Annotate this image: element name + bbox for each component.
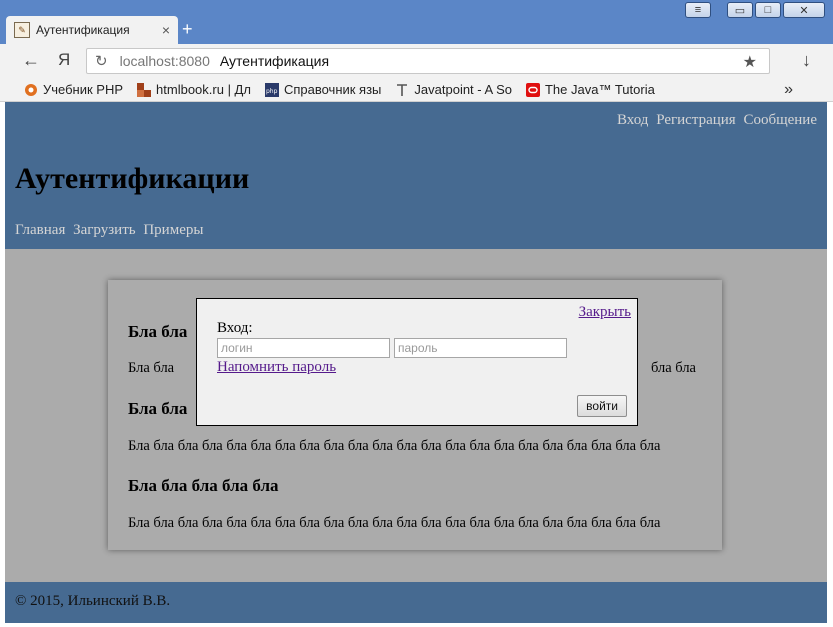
more-bookmarks-icon[interactable]: » [784,81,793,99]
minimize-button[interactable]: ▭ [727,2,753,18]
copyright-text: © 2015, Ильинский В.В. [15,593,171,609]
remind-password-link[interactable]: Напомнить пароль [217,359,336,376]
main-nav: Главная Загрузить Примеры [15,222,207,239]
download-icon[interactable]: ↓ [802,50,811,71]
bookmark-item[interactable]: htmlbook.ru | Дл [137,82,251,97]
reload-icon[interactable]: ↻ [95,52,108,70]
tab-title: Аутентификация [36,23,130,37]
section-text: Бла бла бла бла бла бла бла бла бла бла … [128,438,661,454]
page-title: Аутентификации [15,162,250,195]
nav-login-link[interactable]: Вход [617,112,648,128]
window-controls: ≡ ▭ □ ✕ [685,2,825,20]
bookmark-label: Учебник PHP [43,82,124,97]
login-label: Вход: [217,320,253,336]
nav-examples-link[interactable]: Примеры [143,222,203,238]
text-t-icon [397,83,408,96]
php-tutorial-icon [25,83,37,96]
site-header: Вход Регистрация Сообщение Аутентификаци… [5,102,827,249]
login-modal: Закрыть Вход: Напомнить пароль войти [196,298,638,426]
section-text: Бла бла [128,360,175,376]
htmlbook-icon [137,82,152,97]
nav-register-link[interactable]: Регистрация [656,112,736,128]
login-submit-button[interactable]: войти [577,395,627,417]
browser-menu-button[interactable]: ≡ [685,2,711,18]
bookmark-item[interactable]: Javatpoint - A So [395,82,512,97]
bookmark-label: Javatpoint - A So [414,82,512,97]
nav-message-link[interactable]: Сообщение [743,112,817,128]
close-window-button[interactable]: ✕ [783,2,825,18]
section-heading: Бла бла [128,322,188,341]
site-footer: © 2015, Ильинский В.В. [5,582,827,623]
maximize-button[interactable]: □ [755,2,781,18]
bookmark-label: htmlbook.ru | Дл [156,82,251,97]
top-nav: Вход Регистрация Сообщение [613,112,817,129]
section-text-end: бла бла [650,360,696,376]
bookmarks-bar: Учебник PHP htmlbook.ru | Дл php Справоч… [0,78,833,102]
window-titlebar: ≡ ▭ □ ✕ ✎ Аутентификация × + [0,0,833,44]
yandex-icon[interactable]: Я [58,50,70,70]
nav-home-link[interactable]: Главная [15,222,65,238]
new-tab-button[interactable]: + [182,19,193,40]
php-icon: php [264,82,279,97]
bookmark-item[interactable]: php Справочник язы [264,82,382,97]
login-input[interactable] [217,338,390,358]
bookmark-label: The Java™ Tutoria [544,82,655,97]
bookmark-label: Справочник язы [283,82,382,97]
oracle-icon [525,82,540,97]
browser-tab[interactable]: ✎ Аутентификация × [6,16,178,44]
section-heading: Бла бла [128,399,188,418]
section-heading: Бла бла бла бла бла [128,476,279,495]
tab-close-icon[interactable]: × [162,22,170,38]
page-favicon-icon: ✎ [14,22,30,38]
modal-close-link[interactable]: Закрыть [579,304,631,321]
url-host: localhost:8080 [119,53,210,69]
back-arrow-icon[interactable]: ← [22,50,40,71]
address-bar[interactable]: ↻ localhost:8080 Аутентификация ★ [86,48,770,74]
password-input[interactable] [394,338,567,358]
bookmark-item[interactable]: Учебник PHP [24,82,123,97]
browser-toolbar: ← Я ↻ localhost:8080 Аутентификация ★ ↓ [0,44,833,78]
bookmark-star-icon[interactable]: ★ [743,52,757,72]
bookmark-item[interactable]: The Java™ Tutoria [525,82,655,97]
nav-upload-link[interactable]: Загрузить [73,222,135,238]
section-text: Бла бла бла бла бла бла бла бла бла бла … [128,515,661,531]
svg-text:php: php [266,88,278,95]
url-page-title: Аутентификация [219,53,330,69]
